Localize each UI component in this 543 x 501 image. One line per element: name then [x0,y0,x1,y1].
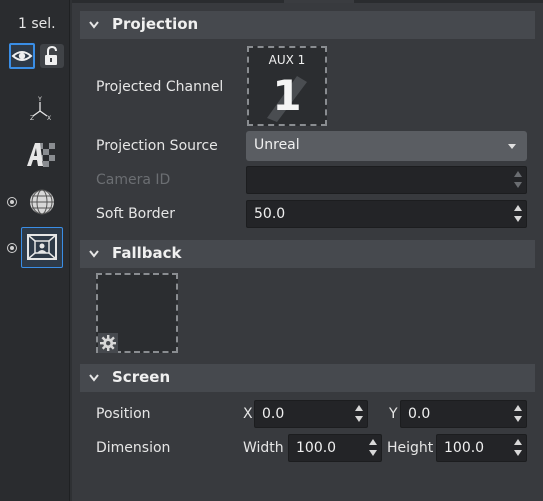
projection-source-value: Unreal [254,137,300,153]
fallback-settings-button[interactable] [98,333,118,353]
position-x-field[interactable]: 0.0 [254,400,368,428]
screen-section-title: Screen [112,368,171,386]
alpha-channel-icon[interactable] [25,140,57,168]
spin-up-icon [514,405,522,411]
position-y-spinner[interactable] [513,404,523,424]
axes-icon[interactable]: Y Z X [26,96,54,124]
projection-icon [27,234,57,260]
top-border [72,0,543,3]
position-y-label: Y [389,406,398,422]
active-tab-indicator [284,0,354,3]
position-x-spinner[interactable] [354,404,364,424]
chevron-down-icon [89,250,99,258]
visibility-toggle-button[interactable] [9,43,35,69]
dimension-width-label: Width [243,440,284,456]
svg-text:X: X [47,115,51,122]
sidebar: 1 sel. Y Z X [0,0,70,501]
spin-up-icon [514,439,522,445]
projection-mode-button[interactable] [21,227,63,268]
projected-channel-label: Projected Channel [96,79,224,95]
dimension-height-label: Height [387,440,434,456]
position-x-label: X [243,406,253,422]
spin-down-icon [514,182,522,188]
eye-icon [11,51,33,61]
spin-up-icon [369,439,377,445]
camera-id-label: Camera ID [96,172,171,188]
dimension-width-value: 100.0 [296,440,337,456]
fallback-section-title: Fallback [112,244,182,262]
spin-up-icon [514,171,522,177]
position-y-field[interactable]: 0.0 [400,400,527,428]
dropdown-arrow-icon [508,144,516,149]
dimension-height-spinner[interactable] [513,438,523,458]
chevron-down-icon [89,374,99,382]
dimension-height-field[interactable]: 100.0 [436,434,527,462]
soft-border-value: 50.0 [254,206,286,222]
position-label: Position [96,406,151,422]
selection-count: 1 sel. [18,16,56,32]
projection-source-dropdown[interactable]: Unreal [246,131,527,161]
projection-source-label: Projection Source [96,138,218,154]
sphere-mesh-icon[interactable] [27,187,57,217]
svg-text:Z: Z [30,115,34,122]
fallback-section-header[interactable]: Fallback [80,240,535,268]
spin-down-icon [514,450,522,456]
gear-icon [100,335,116,351]
chevron-down-icon [89,21,99,29]
channel-number: 1 [272,71,302,120]
spin-down-icon [514,416,522,422]
spin-down-icon [514,216,522,222]
projection-section-header[interactable]: Projection [80,11,535,39]
dimension-label: Dimension [96,440,171,456]
channel-name: AUX 1 [251,50,323,70]
camera-id-field[interactable] [246,166,527,194]
soft-border-label: Soft Border [96,206,176,222]
spin-down-icon [369,450,377,456]
position-y-value: 0.0 [408,406,431,422]
lock-icon [45,45,57,65]
sphere-radio[interactable] [7,197,17,207]
spin-up-icon [514,205,522,211]
projection-section-title: Projection [112,15,199,33]
camera-id-spinner[interactable] [513,170,523,190]
dimension-width-spinner[interactable] [368,438,378,458]
svg-text:Y: Y [37,96,42,103]
fallback-slot[interactable] [96,273,178,353]
position-x-value: 0.0 [262,406,285,422]
soft-border-field[interactable]: 50.0 [246,200,527,228]
dimension-width-field[interactable]: 100.0 [288,434,382,462]
projected-channel-slot[interactable]: AUX 1 1 [247,46,327,126]
screen-section-header[interactable]: Screen [80,364,535,392]
soft-border-spinner[interactable] [513,204,523,224]
spin-up-icon [355,405,363,411]
projection-radio[interactable] [7,243,17,253]
spin-down-icon [355,416,363,422]
dimension-height-value: 100.0 [444,440,485,456]
properties-panel: Projection Projected Channel AUX 1 1 Pro… [72,0,543,501]
lock-toggle-button[interactable] [40,44,64,68]
